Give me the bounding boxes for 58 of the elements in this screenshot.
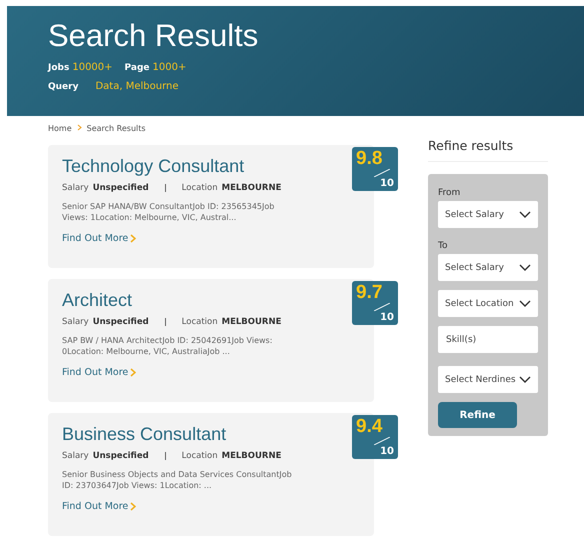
query-value: Data, Melbourne <box>95 81 178 92</box>
location-label: Location <box>182 451 218 461</box>
query-label: Query <box>48 82 78 92</box>
select-dropdown[interactable]: Select Salary <box>438 201 538 228</box>
job-title[interactable]: Business Consultant <box>62 423 226 445</box>
slash-icon <box>374 169 390 177</box>
skills-input[interactable]: Skill(s) <box>438 326 538 353</box>
score-max: 10 <box>380 312 394 323</box>
chevron-down-icon <box>519 264 531 271</box>
chevron-right-icon <box>130 502 136 511</box>
stat-label: Page <box>124 63 150 73</box>
sidebar-title: Refine results <box>428 138 548 162</box>
location-label: Location <box>182 183 218 193</box>
salary-label: Salary <box>62 317 89 327</box>
location-value: MELBOURNE <box>222 451 282 461</box>
stat-label: Jobs <box>48 63 70 73</box>
slash-icon <box>374 303 390 311</box>
job-snippet: Senior Business Objects and Data Services ConsultantJob ID: 23703647Job Views: 1Location: ... <box>62 469 293 491</box>
select-dropdown[interactable]: Select Location <box>438 290 538 317</box>
find-out-more-link[interactable]: Find Out More <box>62 367 136 378</box>
score-value: 9.8 <box>356 148 382 170</box>
chevron-right-icon <box>76 124 82 131</box>
chevron-right-icon <box>130 368 136 377</box>
stat-value: 10000+ <box>72 62 113 73</box>
location-value: MELBOURNE <box>222 317 282 327</box>
score-value: 9.4 <box>356 416 382 438</box>
chevron-right-icon <box>130 234 136 243</box>
chevron-down-icon <box>519 376 531 383</box>
chevron-down-icon <box>519 211 531 218</box>
chevron-down-icon <box>519 300 531 307</box>
divider-line <box>164 318 166 326</box>
job-snippet: SAP BW / HANA ArchitectJob ID: 25042691Job Views: 0Location: Melbourne, VIC, AustraliaJob ... <box>62 335 274 357</box>
divider-line <box>164 184 166 192</box>
select-dropdown[interactable]: Select Salary <box>438 254 538 281</box>
stat-value: 1000+ <box>152 62 186 73</box>
select-dropdown[interactable]: Select Nerdines <box>438 366 538 393</box>
page-title: Search Results <box>48 18 260 54</box>
slash-icon <box>374 437 390 445</box>
location-value: MELBOURNE <box>222 183 282 193</box>
score-value: 9.7 <box>356 282 382 304</box>
filter-label: To <box>438 241 448 251</box>
score-max: 10 <box>380 446 394 457</box>
salary-label: Salary <box>62 183 89 193</box>
salary-value: Unspecified <box>92 183 149 193</box>
salary-label: Salary <box>62 451 89 461</box>
find-out-more-link[interactable]: Find Out More <box>62 501 136 512</box>
job-title[interactable]: Technology Consultant <box>62 155 244 177</box>
location-label: Location <box>182 317 218 327</box>
filter-label: From <box>438 188 462 198</box>
find-out-more-link[interactable]: Find Out More <box>62 233 136 244</box>
salary-value: Unspecified <box>92 451 149 461</box>
score-max: 10 <box>380 178 394 189</box>
salary-value: Unspecified <box>92 317 149 327</box>
job-snippet: Senior SAP HANA/BW ConsultantJob ID: 23565345Job Views: 1Location: Melbourne, VIC, Austral... <box>62 201 276 223</box>
job-title[interactable]: Architect <box>62 289 132 311</box>
refine-button[interactable]: Refine <box>438 402 517 428</box>
breadcrumb-link[interactable]: Home <box>48 124 72 133</box>
divider-line <box>164 452 166 460</box>
